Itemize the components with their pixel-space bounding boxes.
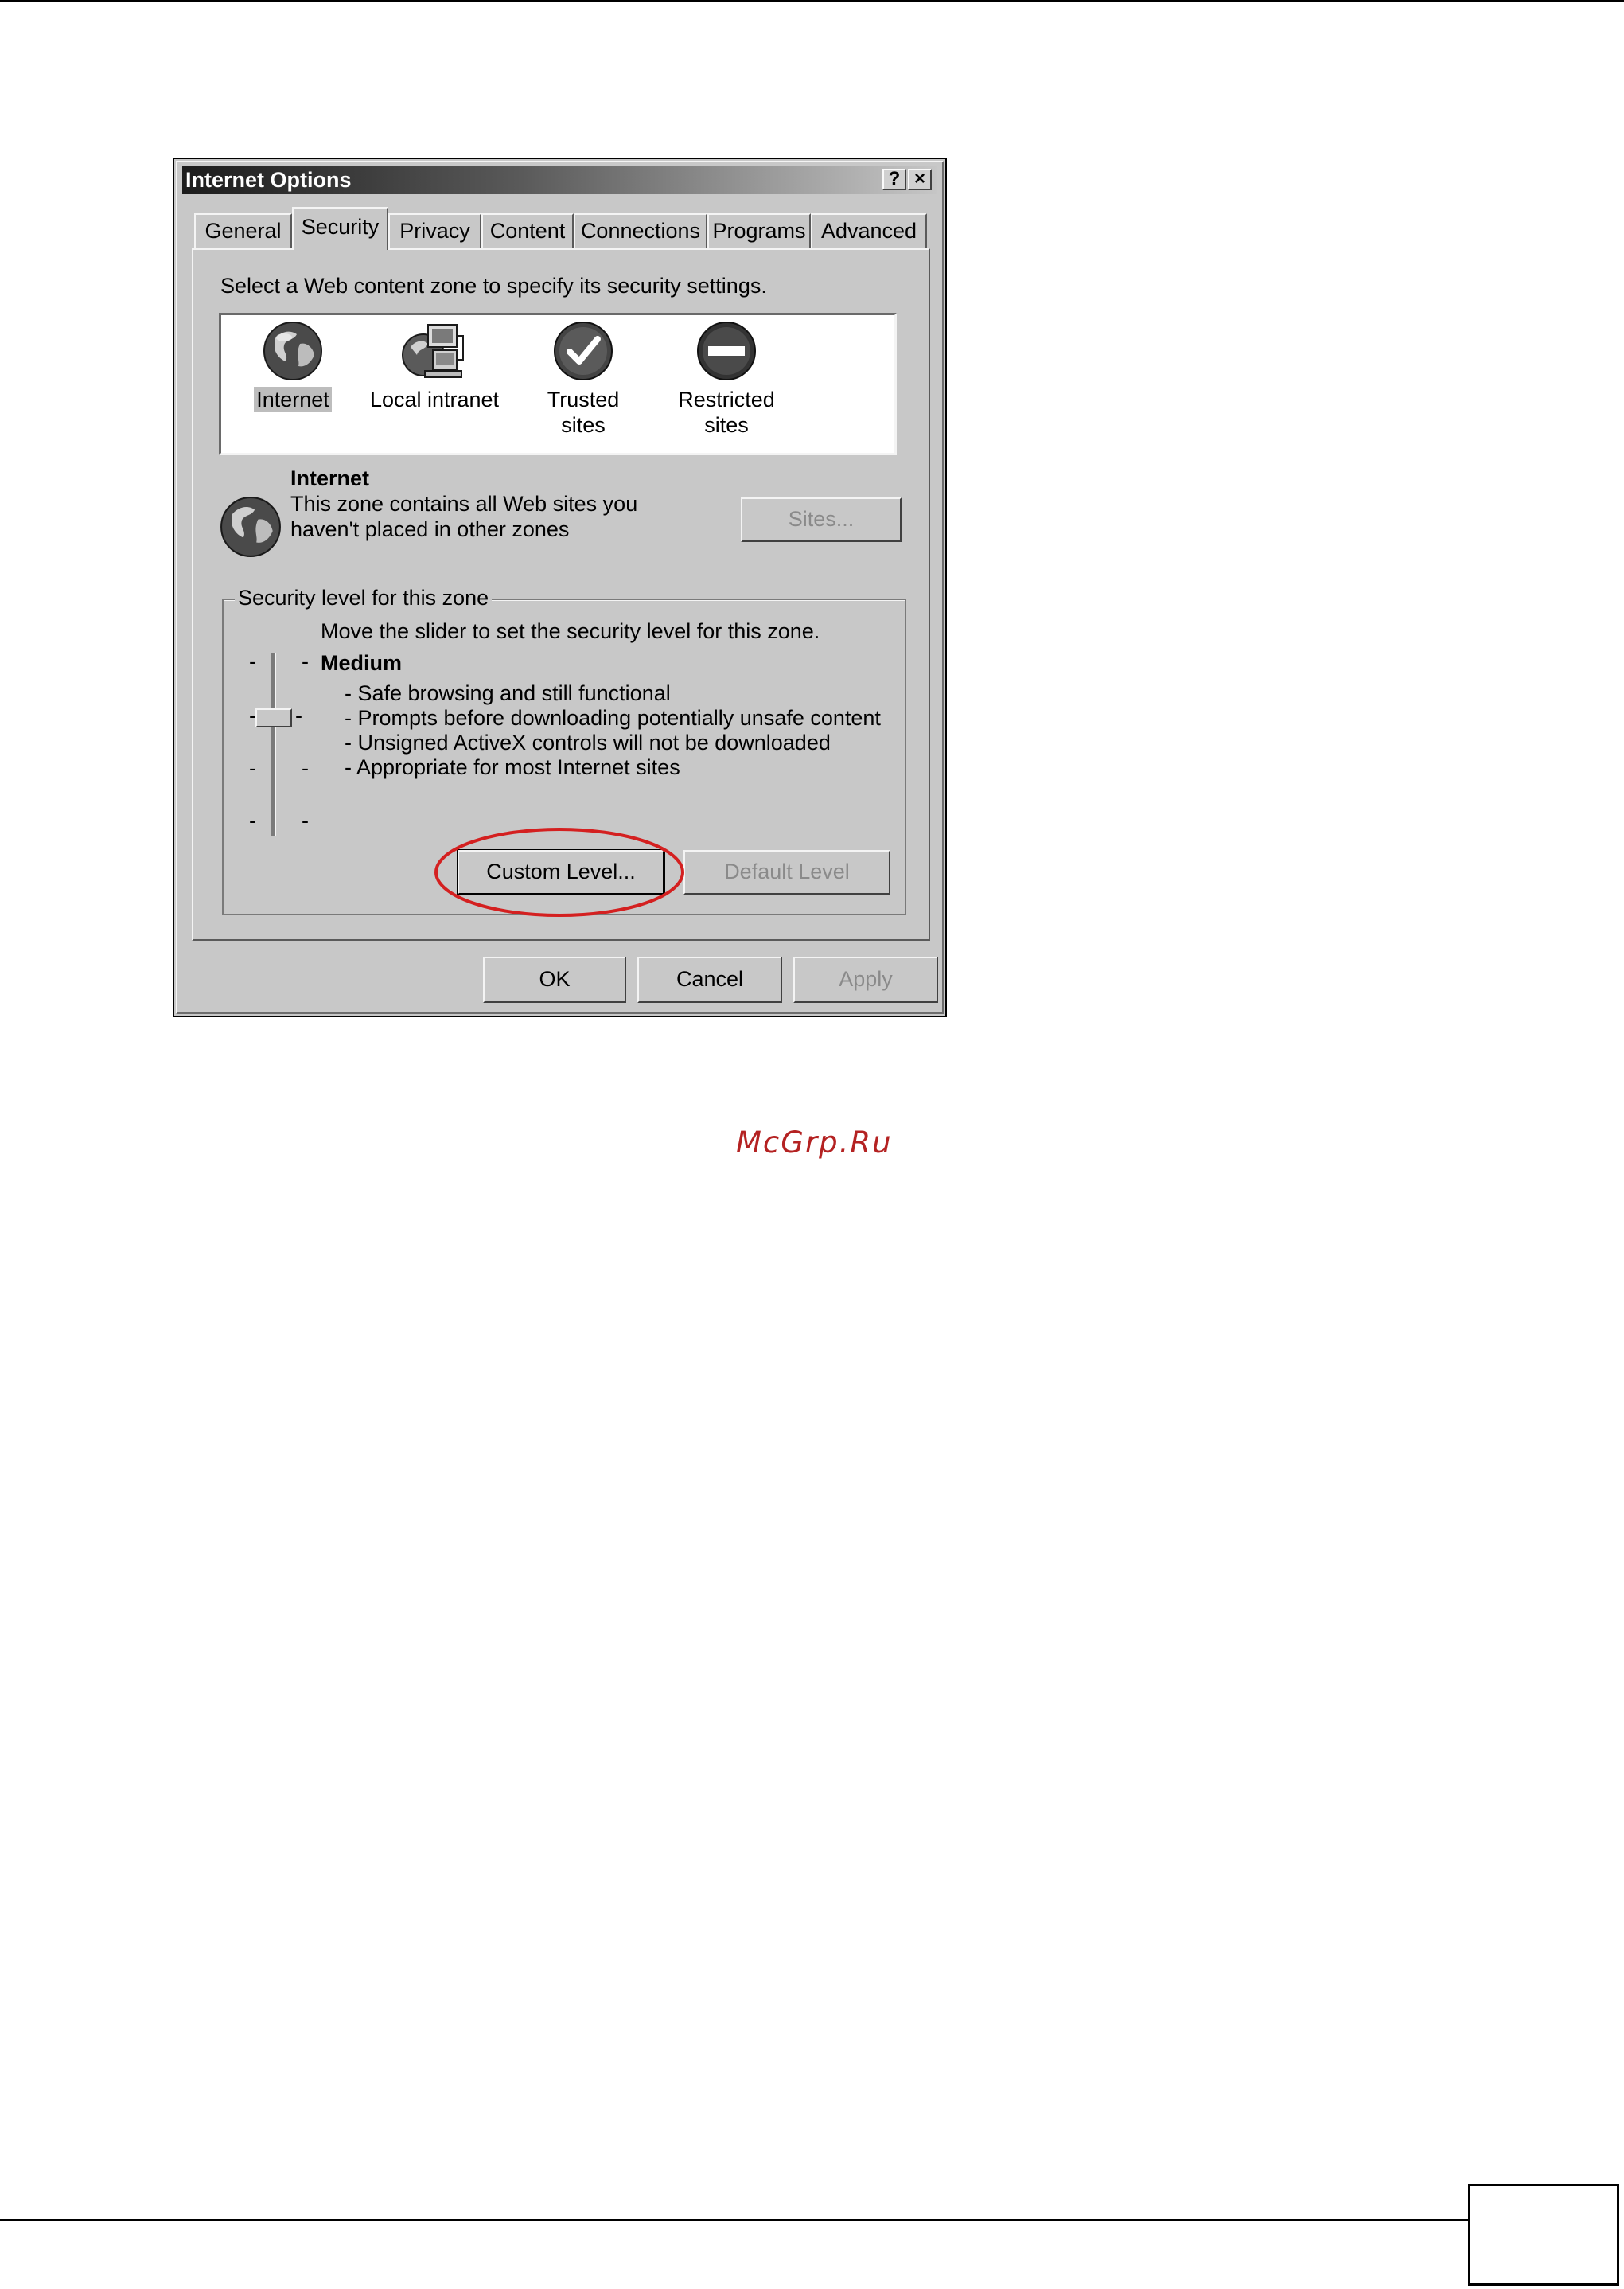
security-bullet-2: - Prompts before downloading potentially… bbox=[345, 706, 881, 730]
sites-button[interactable]: Sites... bbox=[741, 497, 902, 542]
security-bullet-4: - Appropriate for most Internet sites bbox=[345, 755, 680, 779]
security-level-group-label: Security level for this zone bbox=[235, 586, 493, 610]
slider-tick-right-3: - bbox=[302, 756, 309, 780]
page-bottom-rule bbox=[0, 2219, 1468, 2221]
tab-connections-label: Connections bbox=[580, 219, 701, 243]
tab-advanced-label: Advanced bbox=[820, 219, 917, 243]
zone-restricted-label-line2: sites bbox=[704, 413, 749, 437]
tab-programs-label: Programs bbox=[712, 219, 806, 243]
apply-button-label: Apply bbox=[839, 967, 893, 991]
zone-local-intranet[interactable]: Local intranet bbox=[363, 320, 506, 412]
zone-local-intranet-label: Local intranet bbox=[369, 388, 500, 411]
security-slider-track[interactable] bbox=[271, 653, 276, 836]
apply-button[interactable]: Apply bbox=[793, 957, 938, 1003]
cancel-button[interactable]: Cancel bbox=[637, 957, 782, 1003]
tab-general[interactable]: General bbox=[194, 213, 292, 248]
tab-content-label: Content bbox=[489, 219, 566, 243]
zone-restricted-sites-label: Restricted sites bbox=[676, 387, 777, 438]
tab-security-label: Security bbox=[301, 215, 380, 239]
zone-list: Internet Local intranet Trusted sites Re… bbox=[219, 313, 897, 455]
page-number-box bbox=[1468, 2184, 1619, 2286]
ok-button[interactable]: OK bbox=[483, 957, 626, 1003]
no-entry-icon bbox=[697, 322, 756, 380]
title-bar: Internet Options ? × bbox=[182, 166, 937, 194]
globe-icon bbox=[263, 322, 322, 380]
tab-privacy-label: Privacy bbox=[399, 219, 470, 243]
ok-button-label: OK bbox=[539, 967, 571, 991]
custom-level-button-label: Custom Level... bbox=[486, 860, 636, 883]
internet-options-dialog: Internet Options ? × General Security Pr… bbox=[173, 158, 947, 1017]
zone-internet[interactable]: Internet bbox=[245, 320, 341, 412]
tab-advanced[interactable]: Advanced bbox=[811, 213, 927, 248]
zone-trusted-sites[interactable]: Trusted sites bbox=[524, 320, 643, 438]
default-level-button-label: Default Level bbox=[724, 860, 850, 883]
slider-tick-left-1: - bbox=[249, 649, 256, 673]
zone-restricted-sites[interactable]: Restricted sites bbox=[667, 320, 786, 438]
custom-level-button[interactable]: Custom Level... bbox=[458, 850, 664, 895]
close-button[interactable]: × bbox=[908, 169, 932, 190]
cancel-button-label: Cancel bbox=[676, 967, 744, 991]
selected-zone-globe-icon bbox=[220, 497, 281, 557]
zone-restricted-label-line1: Restricted bbox=[678, 388, 775, 411]
tab-content[interactable]: Content bbox=[481, 213, 574, 248]
security-bullet-1: - Safe browsing and still functional bbox=[345, 681, 671, 705]
page-top-rule bbox=[0, 0, 1624, 2]
zone-info-desc-line1: This zone contains all Web sites you bbox=[290, 492, 638, 516]
zone-trusted-sites-label: Trusted sites bbox=[547, 388, 620, 437]
network-computer-icon bbox=[402, 324, 464, 378]
tab-connections[interactable]: Connections bbox=[574, 213, 707, 248]
default-level-button[interactable]: Default Level bbox=[683, 850, 890, 895]
tab-programs[interactable]: Programs bbox=[707, 213, 811, 248]
security-bullet-3: - Unsigned ActiveX controls will not be … bbox=[345, 731, 831, 755]
help-button[interactable]: ? bbox=[882, 169, 906, 190]
tab-general-label: General bbox=[204, 219, 282, 243]
tab-security[interactable]: Security bbox=[292, 207, 388, 250]
slider-instruction: Move the slider to set the security leve… bbox=[321, 619, 820, 643]
watermark-text: McGrp.Ru bbox=[736, 1125, 893, 1160]
zone-instruction: Select a Web content zone to specify its… bbox=[220, 274, 767, 298]
slider-tick-left-4: - bbox=[249, 809, 256, 833]
slider-tick-right-4: - bbox=[302, 809, 309, 833]
sites-button-label: Sites... bbox=[788, 507, 855, 531]
zone-info-title: Internet bbox=[290, 466, 370, 490]
slider-tick-right-1: - bbox=[302, 649, 309, 673]
close-icon: × bbox=[913, 168, 925, 189]
checkmark-icon bbox=[554, 322, 613, 380]
slider-tick-left-3: - bbox=[249, 756, 256, 780]
security-slider-thumb[interactable] bbox=[255, 708, 292, 727]
zone-internet-label: Internet bbox=[254, 387, 332, 412]
tab-privacy[interactable]: Privacy bbox=[388, 213, 481, 248]
dialog-title: Internet Options bbox=[185, 168, 352, 192]
zone-info-desc-line2: haven't placed in other zones bbox=[290, 517, 570, 541]
security-level-name: Medium bbox=[321, 651, 403, 675]
slider-tick-right-2: - bbox=[295, 704, 302, 727]
help-icon: ? bbox=[888, 168, 901, 189]
